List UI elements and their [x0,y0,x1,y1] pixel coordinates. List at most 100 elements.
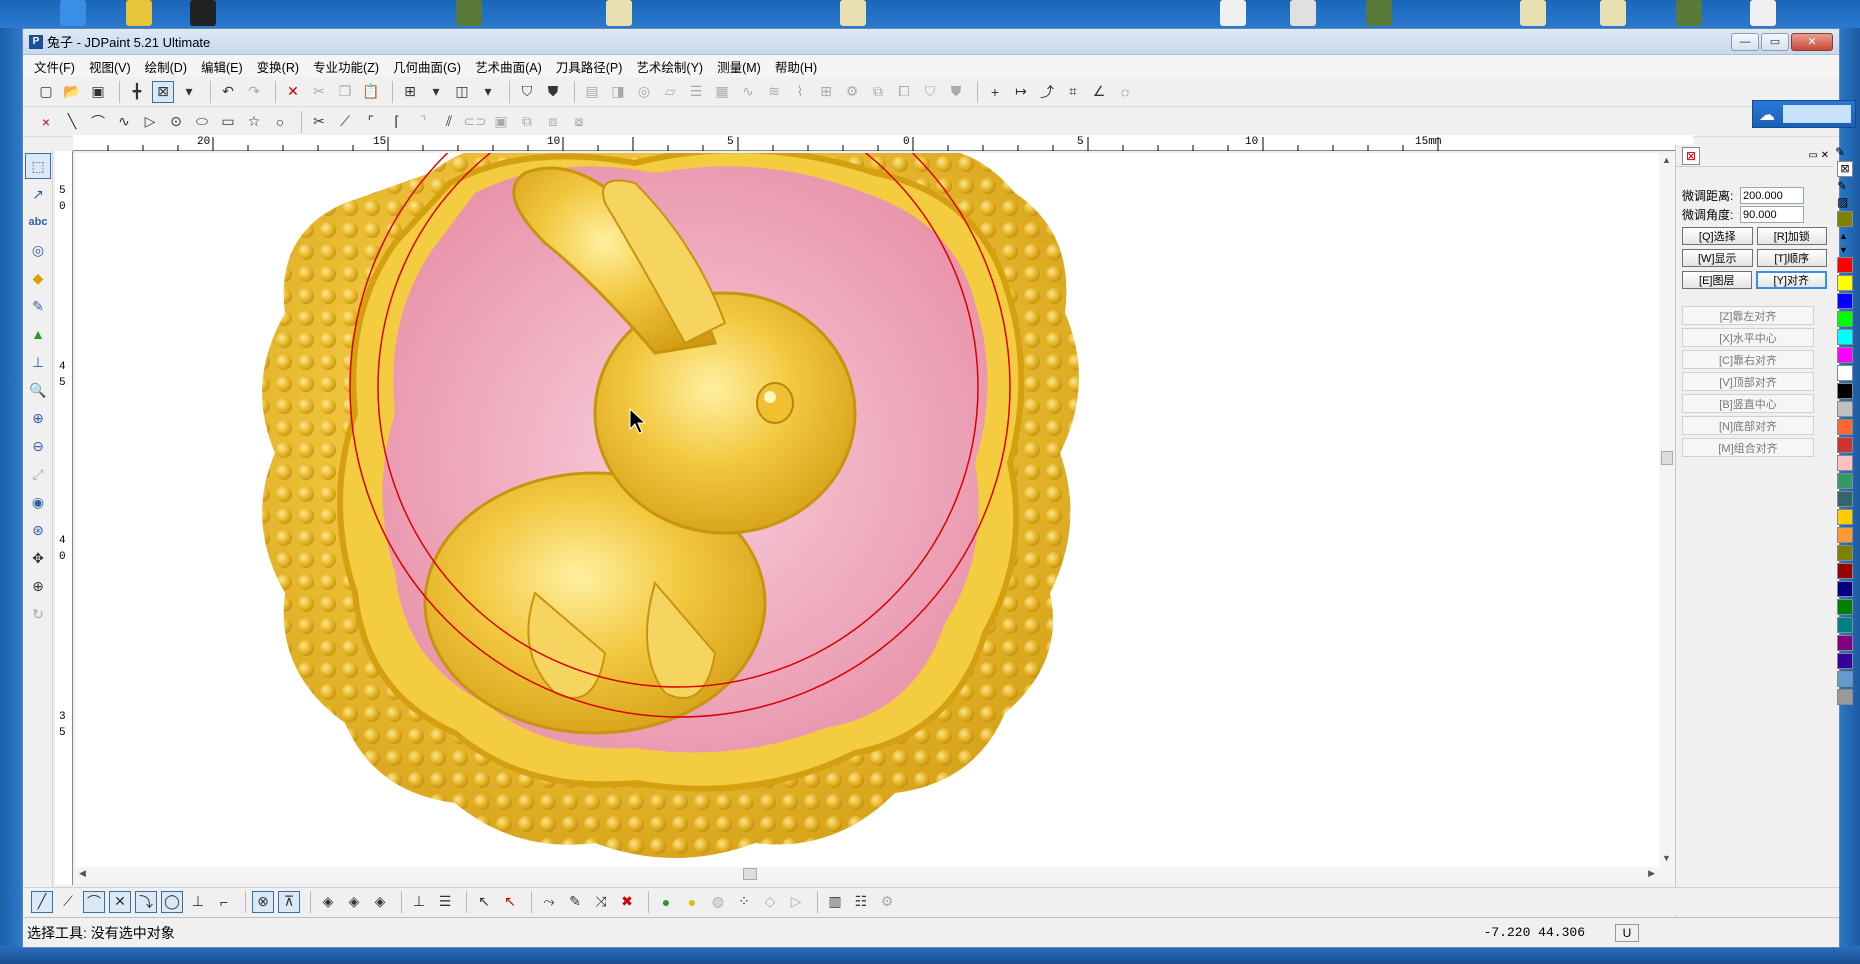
layer-light-icon[interactable]: ◍ [707,891,729,913]
select-box-icon[interactable]: ⊠ [152,80,174,103]
desktop-file-icon[interactable] [1520,0,1546,26]
palette-swatch[interactable] [1837,257,1853,273]
align-right-button[interactable]: [C]靠右对齐 [1682,350,1814,369]
select-button[interactable]: [Q]选择 [1682,227,1753,245]
green-bulb-icon[interactable]: ● [655,891,677,913]
menu-file[interactable]: 文件(F) [27,57,82,76]
palette-swatch[interactable] [1837,311,1853,327]
desktop-file-icon[interactable] [606,0,632,26]
cloud-widget[interactable]: ☁ [1752,100,1856,128]
crop-icon[interactable]: ⌗ [1062,81,1084,103]
palette-swatch[interactable] [1837,563,1853,579]
pen-tool-icon[interactable]: ✎ [25,293,51,319]
palette-swatch[interactable] [1837,275,1853,291]
intersect-snap-icon[interactable]: ✕ [109,890,131,913]
maximize-button[interactable]: ▭ [1761,32,1789,51]
measure-icon[interactable]: ↦ [1010,81,1032,103]
point-snap-icon[interactable]: ⊗ [252,890,274,913]
desktop-file-icon[interactable] [1290,0,1316,26]
shield-icon[interactable]: ⛉ [516,81,538,103]
desktop-file-icon[interactable] [1750,0,1776,26]
open-icon[interactable]: 📂 [61,81,83,103]
ellipse-icon[interactable]: ⬭ [191,111,213,133]
order-button[interactable]: [T]顺序 [1756,249,1827,267]
desktop-file-icon[interactable] [1366,0,1392,26]
transform-icon[interactable]: ⤴ [1036,81,1058,103]
menu-toolpath[interactable]: 刀具路径(P) [549,57,630,76]
desktop-file-icon[interactable] [1676,0,1702,26]
palette-swatch[interactable] [1837,419,1853,435]
panel-tab-icon[interactable]: ⊠ [1682,146,1700,165]
chamfer-icon[interactable]: ⌈ [386,111,408,133]
fine-angle-input[interactable] [1740,206,1804,223]
qq-icon[interactable] [190,0,216,26]
palette-swatch[interactable] [1837,473,1853,489]
array-icon[interactable]: ▦ [711,81,733,103]
diamond-icon[interactable]: ◈ [343,891,365,913]
line-snap-icon[interactable]: ╱ [31,890,53,913]
palette-swatch[interactable] [1837,527,1853,543]
layer-stack-icon[interactable]: ☰ [434,891,456,913]
diamond-icon[interactable]: ◈ [317,891,339,913]
menu-draw[interactable]: 绘制(D) [138,57,194,76]
shield-icon[interactable]: ⛉ [919,81,941,103]
offset-icon[interactable]: ⫽ [438,111,460,133]
shape-icon[interactable]: ◇ [759,891,781,913]
display-button[interactable]: [W]显示 [1682,249,1753,267]
align-icon[interactable]: ▤ [581,81,603,103]
curve-snap-icon[interactable]: ⤵ [135,890,157,913]
palette-swatch[interactable] [1837,545,1853,561]
grid-icon[interactable]: ⊞ [399,81,421,103]
align-group-button[interactable]: [M]组合对齐 [1682,438,1814,457]
circle-center-icon[interactable]: ⊙ [165,111,187,133]
menu-measure[interactable]: 测量(M) [710,57,768,76]
arc-icon[interactable]: ⌒ [87,111,109,133]
yellow-bulb-icon[interactable]: ● [681,891,703,913]
diamond-icon[interactable]: ◈ [369,891,391,913]
palette-brush-icon[interactable]: ▨ [1837,195,1853,209]
perpendicular-icon[interactable]: ⊥ [187,891,209,913]
color-dots-icon[interactable]: ⁘ [733,891,755,913]
rotate-icon[interactable]: ◎ [633,81,655,103]
join-icon[interactable]: ⧉ [516,111,538,133]
minimize-button[interactable]: — [1731,32,1759,51]
node-edit-icon[interactable]: ↗ [25,181,51,207]
extend-icon[interactable]: ⟋ [334,111,356,133]
skew-icon[interactable]: ▱ [659,81,681,103]
layer-button[interactable]: [E]图层 [1682,271,1752,289]
edit-node-icon[interactable]: ⤳ [538,891,560,913]
gear-icon[interactable]: ⚙ [841,81,863,103]
paste-icon[interactable]: 📋 [360,81,382,103]
layer-down-icon[interactable]: ⊥ [408,891,430,913]
list-icon[interactable]: ☷ [850,891,872,913]
menu-edit[interactable]: 编辑(E) [194,57,250,76]
undo-icon[interactable]: ↶ [217,81,239,103]
gear-icon[interactable]: ⚙ [876,891,898,913]
wave-icon[interactable]: ≋ [763,81,785,103]
ungroup-icon[interactable]: ⧠ [893,81,915,103]
copy-icon[interactable]: ❐ [334,81,356,103]
drawing-canvas[interactable]: ▲ ▼ ◀ ▶ [75,153,1675,883]
slot-icon[interactable]: ⊂⊃ [463,111,486,133]
trim-icon[interactable]: ✂ [308,111,330,133]
panel-pin-icon[interactable]: ▭ ✕ [1808,150,1829,161]
align-button[interactable]: [Y]对齐 [1755,271,1827,289]
merge-icon[interactable]: ⧇ [568,111,590,133]
frame-icon[interactable]: ▣ [490,111,512,133]
pen-node-icon[interactable]: ✎ [564,891,586,913]
palette-swatch[interactable] [1837,437,1853,453]
view-eye-icon[interactable]: ◉ [25,489,51,515]
close-button[interactable]: ✕ [1791,32,1833,51]
palette-swatch[interactable] [1837,491,1853,507]
circle-snap-icon[interactable]: ◯ [161,890,183,913]
align-vcenter-button[interactable]: [B]竖直中心 [1682,394,1814,413]
palette-swatch-olive[interactable] [1837,211,1853,227]
desktop-file-icon[interactable] [456,0,482,26]
node-snap-icon[interactable]: ⊼ [278,890,300,913]
point-icon[interactable]: × [35,111,57,133]
chevron-down-icon[interactable]: ▾ [178,81,200,103]
corner-icon[interactable]: ⌝ [412,111,434,133]
palette-swatch[interactable] [1837,671,1853,687]
tree-icon[interactable]: ▲ [25,321,51,347]
table-icon[interactable]: ⊞ [815,81,837,103]
